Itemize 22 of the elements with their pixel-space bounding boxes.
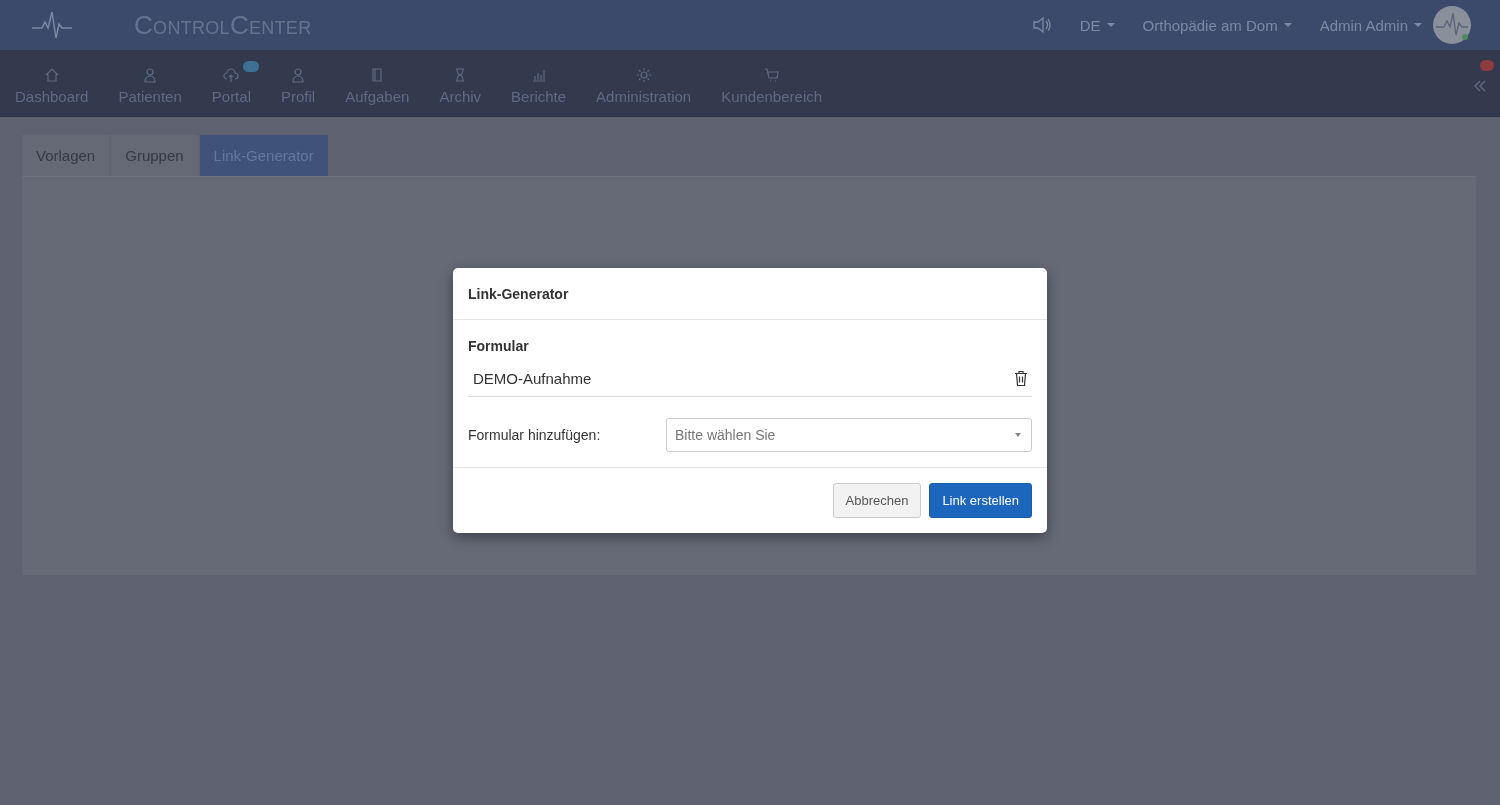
language-dropdown[interactable]: DE	[1079, 16, 1115, 34]
caret-icon	[1015, 433, 1021, 437]
gear-icon	[635, 67, 652, 83]
cart-icon	[763, 67, 780, 83]
heartbeat-logo-icon	[30, 10, 74, 40]
section-title: Formular	[468, 338, 530, 354]
user-icon	[290, 67, 307, 83]
avatar-icon[interactable]	[1432, 5, 1472, 45]
create-link-button[interactable]: Link erstellen	[929, 483, 1032, 518]
user-dropdown[interactable]: Admin Admin	[1319, 16, 1422, 34]
trash-icon[interactable]	[1014, 370, 1028, 387]
cloud-icon	[223, 67, 240, 83]
practice-dropdown[interactable]: Orthopädie am Dom	[1142, 16, 1292, 34]
field-label: Formular hinzufügen:	[468, 427, 602, 443]
form-name: DEMO-Aufnahme	[473, 370, 592, 387]
home-icon	[43, 67, 60, 83]
dialog-title: Link-Generator	[468, 286, 569, 302]
speaker-icon[interactable]	[1031, 16, 1052, 34]
form-select[interactable]: Bitte wählen Sie	[666, 418, 1032, 452]
cancel-button[interactable]: Abbrechen	[832, 483, 922, 518]
double-chevron-icon[interactable]	[1472, 78, 1488, 94]
chart-icon	[530, 67, 547, 83]
